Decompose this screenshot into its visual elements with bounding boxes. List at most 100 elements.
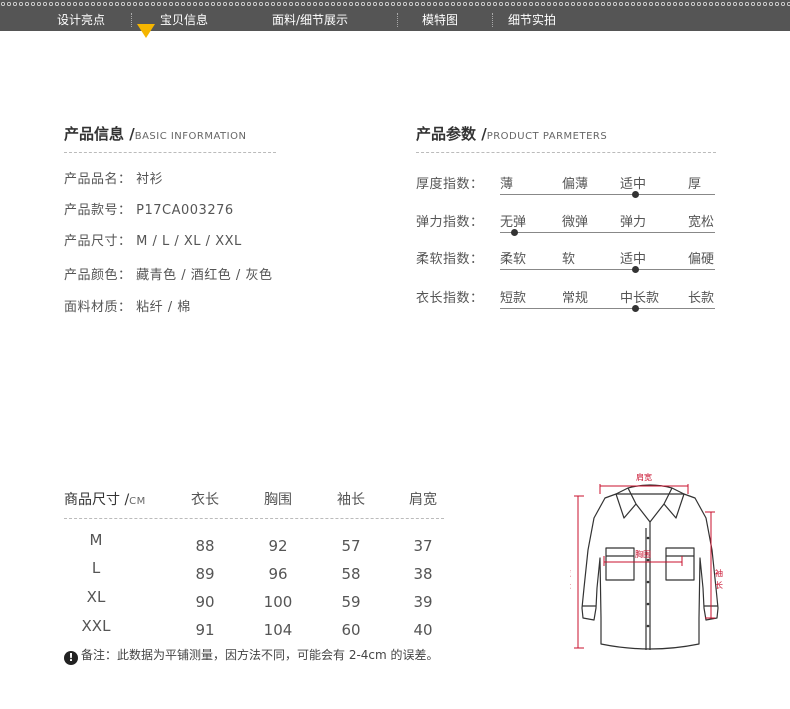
param-scale-marker [510, 229, 518, 236]
shoulder-label: 肩宽 [636, 472, 652, 482]
size-table-cell: 37 [413, 537, 433, 555]
param-scale-line [500, 194, 715, 195]
info-row-style-number: 产品款号： P17CA003276 [64, 199, 234, 218]
size-table-cell: 90 [195, 593, 215, 611]
size-table-cell: 91 [195, 621, 215, 639]
info-label: 产品品名： [64, 172, 132, 187]
param-scale-marker [631, 305, 639, 312]
param-option: 无弹 [500, 215, 527, 230]
basic-info-heading: 产品信息 /BASIC INFORMATION [64, 123, 246, 144]
sleeve-label-1: 袖 [715, 568, 723, 578]
param-scale [500, 266, 715, 273]
param-option: 宽松 [688, 215, 715, 230]
nav-item-model-photos[interactable]: 模特图 [422, 11, 458, 28]
size-table-cell: 58 [341, 565, 361, 583]
param-option: 厚 [688, 177, 702, 192]
size-label: M [89, 531, 103, 549]
param-label: 弹力指数： [416, 215, 484, 230]
size-table-cell: 96 [268, 565, 288, 583]
param-option: 短款 [500, 291, 527, 306]
param-label: 衣长指数： [416, 291, 484, 306]
size-table-cell: 89 [195, 565, 215, 583]
active-tab-indicator-icon [137, 24, 155, 38]
param-option: 适中 [620, 252, 647, 267]
param-option: 长款 [688, 291, 715, 306]
size-table-title: 商品尺寸 / [64, 492, 130, 508]
param-option: 柔软 [500, 252, 527, 267]
params-heading: 产品参数 /PRODUCT PARMETERS [416, 123, 607, 144]
shirt-pocket-left [605, 547, 635, 581]
info-row-sizes: 产品尺寸： M / L / XL / XXL [64, 230, 242, 249]
info-row-material: 面料材质： 粘纤 / 棉 [64, 296, 191, 315]
size-label: XXL [81, 617, 111, 635]
info-row-colors: 产品颜色： 藏青色 / 酒红色 / 灰色 [64, 264, 272, 283]
param-scale-line [500, 232, 715, 233]
params-title: 产品参数 / [416, 125, 487, 143]
nav-separator [131, 13, 132, 27]
param-scale-line [500, 308, 715, 309]
length-label-2: 长 [570, 580, 571, 590]
size-table-heading: 商品尺寸 /CM [64, 489, 146, 509]
info-value: 衬衫 [136, 172, 164, 187]
param-option: 偏硬 [688, 252, 715, 267]
info-value: P17CA003276 [136, 203, 234, 218]
param-scale [500, 229, 715, 236]
note-text: 备注：此数据为平铺测量，因方法不同，可能会有 2-4cm 的误差。 [81, 648, 439, 662]
basic-info-title-en: BASIC INFORMATION [134, 131, 247, 142]
size-table-cell: 92 [268, 537, 288, 555]
param-label: 厚度指数： [416, 177, 484, 192]
param-scale-line [500, 269, 715, 270]
param-scale [500, 305, 715, 312]
param-option: 微弹 [562, 215, 589, 230]
size-table-cell: 88 [195, 537, 215, 555]
size-label: XL [86, 588, 106, 606]
info-row-name: 产品品名： 衬衫 [64, 168, 163, 187]
sleeve-label-2: 长 [715, 580, 723, 590]
chest-label: 胸围 [635, 549, 651, 559]
nav-item-detail-photos[interactable]: 细节实拍 [508, 11, 556, 28]
dotted-border [0, 1, 790, 7]
param-scale [500, 191, 715, 198]
info-label: 产品款号： [64, 203, 132, 218]
param-option: 薄 [500, 177, 514, 192]
shirt-pocket-right [665, 547, 695, 581]
info-label: 产品尺寸： [64, 234, 132, 249]
param-scale-marker [631, 266, 639, 273]
size-table-cell: 40 [413, 621, 433, 639]
top-navigation-bar: 设计亮点 宝贝信息 面料/细节展示 模特图 细节实拍 [0, 0, 790, 38]
divider [64, 518, 444, 519]
param-option: 常规 [562, 291, 589, 306]
size-table-column-header: 袖长 [337, 492, 365, 508]
length-measure-line [574, 495, 584, 649]
size-table-unit: CM [129, 496, 146, 507]
shirt-measurement-diagram: 肩宽 胸围 衣 长 袖 长 [570, 472, 723, 650]
shirt-collar [615, 484, 685, 523]
info-value: 藏青色 / 酒红色 / 灰色 [136, 268, 273, 283]
param-option: 适中 [620, 177, 647, 192]
divider [416, 152, 716, 153]
nav-item-fabric-details[interactable]: 面料/细节展示 [272, 11, 348, 28]
size-table-column-header: 衣长 [191, 492, 219, 508]
measurement-note: ! 备注：此数据为平铺测量，因方法不同，可能会有 2-4cm 的误差。 [64, 646, 439, 665]
size-table-cell: 59 [341, 593, 361, 611]
length-label-1: 衣 [570, 568, 571, 578]
param-option: 偏薄 [562, 177, 589, 192]
info-value: M / L / XL / XXL [136, 234, 242, 249]
nav-item-product-info[interactable]: 宝贝信息 [160, 11, 208, 28]
param-option: 中长款 [620, 291, 660, 306]
size-table-cell: 38 [413, 565, 433, 583]
param-scale-marker [631, 191, 639, 198]
info-label: 产品颜色： [64, 268, 132, 283]
info-label: 面料材质： [64, 300, 132, 315]
nav-item-design-highlights[interactable]: 设计亮点 [57, 11, 105, 28]
info-value: 粘纤 / 棉 [136, 300, 191, 315]
warning-icon: ! [64, 651, 78, 665]
params-title-en: PRODUCT PARMETERS [486, 131, 608, 142]
basic-info-title: 产品信息 / [64, 125, 135, 143]
size-table-cell: 57 [341, 537, 361, 555]
size-table-cell: 60 [341, 621, 361, 639]
nav-separator [397, 13, 398, 27]
nav-separator [492, 13, 493, 27]
shirt-placket [645, 522, 651, 650]
size-table-cell: 104 [263, 621, 293, 639]
